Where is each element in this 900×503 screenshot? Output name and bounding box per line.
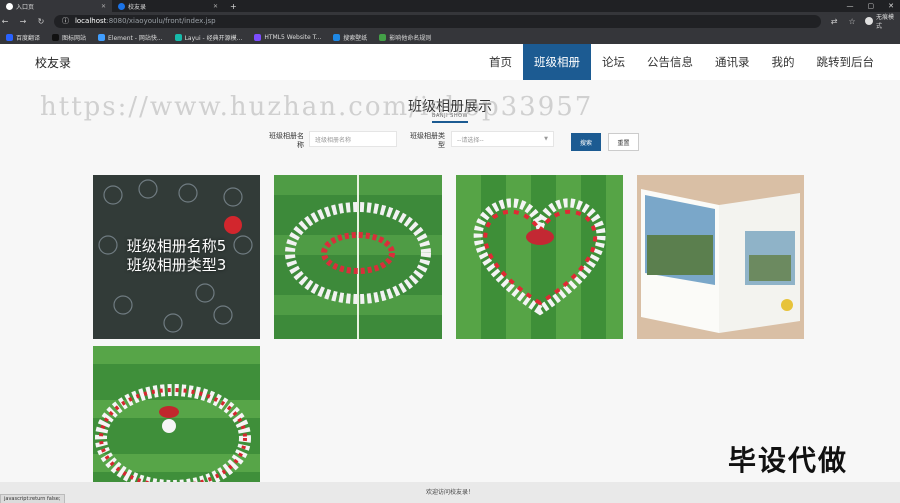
bookmark-label: 搜索壁纸 bbox=[343, 34, 368, 42]
bookmark-icon bbox=[174, 33, 182, 41]
tab-title: 入口页 bbox=[16, 3, 35, 11]
bookmark-icon bbox=[6, 33, 13, 41]
browser-tab-alumni[interactable]: 校友录 ✕ bbox=[112, 0, 224, 12]
reset-button[interactable]: 重置 bbox=[608, 133, 639, 151]
album-type-label: 班级相册类型 bbox=[410, 132, 445, 149]
bookmark-0[interactable]: 百度翻译 bbox=[6, 33, 40, 42]
bookmark-icon bbox=[52, 33, 60, 41]
menu-item-contacts[interactable]: 通讯录 bbox=[704, 44, 761, 80]
menu-item-admin[interactable]: 跳转到后台 bbox=[806, 44, 886, 80]
profile-label: 无痕模式 bbox=[876, 14, 895, 30]
page-footer: 欢迎访问校友录！ bbox=[0, 482, 900, 503]
incognito-profile[interactable]: 无痕模式 bbox=[865, 12, 900, 30]
select-value: --请选择-- bbox=[457, 136, 484, 144]
url-host: localhost bbox=[74, 17, 107, 25]
chevron-down-icon: ▼ bbox=[544, 136, 548, 142]
album-card[interactable] bbox=[93, 346, 260, 503]
bookmark-icon bbox=[379, 33, 387, 41]
browser-toolbar: ← → ↻ ⓘ localhost:8080/xiaoyoulu/front/i… bbox=[0, 12, 900, 30]
address-bar[interactable]: ⓘ localhost:8080/xiaoyoulu/front/index.j… bbox=[53, 14, 822, 28]
bookmark-4[interactable]: HTML5 Website T... bbox=[254, 33, 322, 41]
browser-status-bar: javascript:return false; bbox=[0, 494, 65, 503]
bookmark-label: HTML5 Website T... bbox=[264, 33, 322, 41]
bookmark-label: 影响他命名规则 bbox=[389, 34, 432, 42]
album-photo bbox=[456, 175, 623, 339]
bookmark-2[interactable]: Element - 网站快... bbox=[98, 33, 163, 42]
menu-item-mine[interactable]: 我的 bbox=[761, 44, 806, 80]
bookmark-icon bbox=[98, 33, 106, 41]
album-caption: 班级相册名称5 班级相册类型3 bbox=[93, 237, 260, 275]
favicon-icon bbox=[118, 2, 125, 10]
window-controls: — ▢ ✕ bbox=[847, 2, 900, 10]
bookmark-3[interactable]: Layui - 经典开源模... bbox=[174, 33, 243, 42]
album-photo bbox=[274, 175, 442, 339]
incognito-icon bbox=[865, 17, 873, 25]
browser-tab-entry[interactable]: 入口页 ✕ bbox=[0, 0, 112, 12]
bookmark-1[interactable]: 图标网站 bbox=[52, 33, 86, 42]
bookmarks-bar: 百度翻译 图标网站 Element - 网站快... Layui - 经典开源模… bbox=[0, 30, 900, 44]
translate-icon[interactable]: ⇄ bbox=[829, 17, 839, 26]
bookmark-6[interactable]: 影响他命名规则 bbox=[379, 33, 431, 42]
album-card[interactable] bbox=[456, 175, 623, 339]
album-caption-type: 班级相册类型3 bbox=[126, 256, 227, 274]
album-card[interactable] bbox=[637, 175, 804, 339]
search-form: 班级相册名称 班级相册名称 班级相册类型 --请选择-- ▼ 搜索 重置 bbox=[0, 129, 900, 151]
forward-icon[interactable]: → bbox=[18, 17, 28, 26]
close-window-button[interactable]: ✕ bbox=[888, 2, 894, 10]
maximize-button[interactable]: ▢ bbox=[868, 2, 875, 10]
site-brand[interactable]: 校友录 bbox=[35, 54, 71, 71]
reload-icon[interactable]: ↻ bbox=[36, 17, 46, 26]
promo-text: 毕设代做 bbox=[728, 444, 849, 477]
album-name-label: 班级相册名称 bbox=[269, 132, 304, 149]
back-icon[interactable]: ← bbox=[0, 17, 10, 26]
page-viewport: 校友录 首页 班级相册 论坛 公告信息 通讯录 我的 跳转到后台 班级相册展示 … bbox=[0, 44, 900, 503]
album-type-select[interactable]: --请选择-- ▼ bbox=[451, 131, 554, 147]
bookmark-5[interactable]: 搜索壁纸 bbox=[333, 33, 367, 42]
bookmark-label: 图标网站 bbox=[62, 34, 87, 42]
minimize-button[interactable]: — bbox=[847, 2, 854, 10]
main-menu: 首页 班级相册 论坛 公告信息 通讯录 我的 跳转到后台 bbox=[478, 44, 885, 80]
favicon-icon bbox=[6, 2, 13, 10]
new-tab-button[interactable]: + bbox=[224, 2, 243, 11]
menu-item-notice[interactable]: 公告信息 bbox=[636, 44, 704, 80]
album-card[interactable] bbox=[274, 175, 442, 339]
info-icon: ⓘ bbox=[61, 17, 69, 25]
album-photo bbox=[93, 346, 260, 503]
album-caption-name: 班级相册名称5 bbox=[126, 237, 227, 255]
close-icon[interactable]: ✕ bbox=[101, 3, 106, 10]
menu-item-home[interactable]: 首页 bbox=[478, 44, 523, 80]
bookmark-label: Layui - 经典开源模... bbox=[184, 34, 243, 42]
url-path: :8080/xiaoyoulu/front/index.jsp bbox=[106, 17, 216, 25]
star-icon[interactable]: ☆ bbox=[847, 17, 857, 26]
search-button[interactable]: 搜索 bbox=[571, 133, 601, 151]
album-photo bbox=[637, 175, 804, 339]
site-navbar: 校友录 首页 班级相册 论坛 公告信息 通讯录 我的 跳转到后台 bbox=[0, 44, 900, 80]
bookmark-label: 百度翻译 bbox=[16, 34, 41, 42]
browser-tab-strip: 入口页 ✕ 校友录 ✕ + — ▢ ✕ bbox=[0, 0, 900, 12]
watermark: https://www.huzhan.com/ishop33957 bbox=[40, 92, 594, 122]
tab-title: 校友录 bbox=[128, 3, 147, 11]
bookmark-icon bbox=[333, 33, 341, 41]
album-card[interactable]: 班级相册名称5 班级相册类型3 bbox=[93, 175, 260, 339]
menu-item-class-album[interactable]: 班级相册 bbox=[523, 44, 591, 80]
album-name-input[interactable]: 班级相册名称 bbox=[309, 131, 397, 147]
bookmark-label: Element - 网站快... bbox=[108, 34, 163, 42]
close-icon[interactable]: ✕ bbox=[213, 3, 218, 10]
menu-item-forum[interactable]: 论坛 bbox=[591, 44, 636, 80]
bookmark-icon bbox=[254, 33, 262, 41]
